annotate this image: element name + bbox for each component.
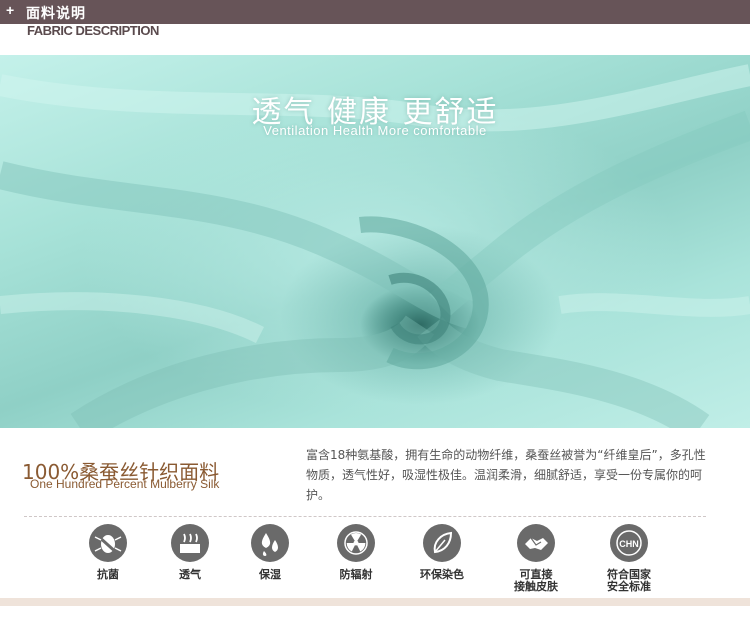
skin-contact-icon (517, 524, 555, 562)
moisture-icon (251, 524, 289, 562)
feature-skin-contact: 可直接 接触皮肤 (496, 524, 576, 593)
feature-antibacterial: 抗菌 (68, 524, 148, 581)
header-bar: + 面料说明 (0, 0, 750, 24)
feature-radiation: 防辐射 (316, 524, 396, 581)
product-subtitle: One Hundred Percent Mulberry Silk (30, 477, 220, 491)
breathable-icon (171, 524, 209, 562)
divider (24, 516, 706, 517)
feature-label: 透气 (179, 568, 201, 581)
fabric-photo: 透气 健康 更舒适 Ventilation Health More comfor… (0, 55, 750, 428)
eco-dye-icon (423, 524, 461, 562)
feature-label: 抗菌 (97, 568, 119, 581)
feature-label: 防辐射 (339, 568, 373, 581)
chn-badge-text: CHN (619, 539, 639, 549)
antibacterial-icon (89, 524, 127, 562)
product-info: 100%桑蚕丝针织面料 One Hundred Percent Mulberry… (0, 428, 750, 520)
feature-breathable: 透气 (150, 524, 230, 581)
banner-subtitle: Ventilation Health More comfortable (263, 123, 487, 138)
feature-label: 可直接 接触皮肤 (514, 568, 558, 593)
feature-label: 保湿 (259, 568, 281, 581)
feature-label: 环保染色 (420, 568, 464, 581)
plus-icon: + (6, 2, 15, 18)
feature-chn-standard: CHN 符合国家 安全标准 (589, 524, 669, 593)
chn-standard-icon: CHN (610, 524, 648, 562)
feature-icons: 抗菌 透气 保湿 防辐射 环保染色 可直接 接触皮肤 CHN 符合国家 安全标准 (0, 524, 750, 594)
radiation-icon (337, 524, 375, 562)
feature-eco-dye: 环保染色 (402, 524, 482, 581)
feature-label: 符合国家 安全标准 (607, 568, 651, 593)
section-subtitle: FABRIC DESCRIPTION (27, 23, 159, 38)
section-title: 面料说明 (26, 6, 86, 22)
product-description: 富含18种氨基酸，拥有生命的动物纤维，桑蚕丝被誉为“纤维皇后”，多孔性物质，透气… (306, 448, 706, 502)
feature-moisture: 保湿 (230, 524, 310, 581)
footer-strip (0, 598, 750, 606)
